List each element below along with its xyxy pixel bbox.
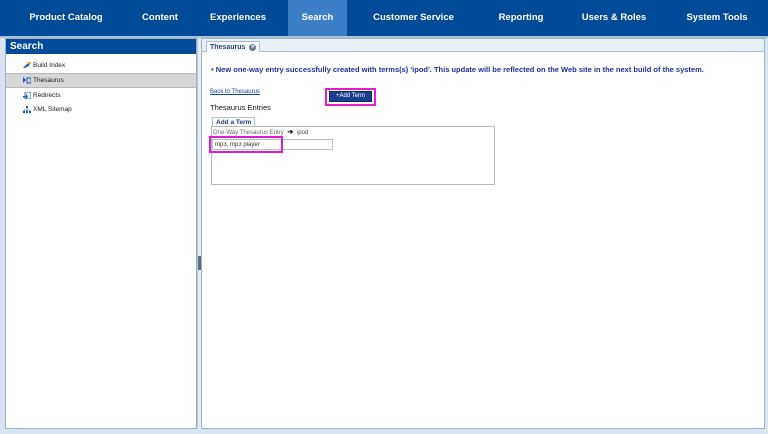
nav-content[interactable]: Content xyxy=(132,0,188,36)
sidebar: Search Build Index Thesaurus Redirects X… xyxy=(5,38,197,429)
nav-reporting[interactable]: Reporting xyxy=(480,0,562,36)
sidebar-title: Search xyxy=(6,39,196,54)
tab-thesaurus[interactable]: Thesaurus ✕ xyxy=(206,41,261,52)
sidebar-item-thesaurus[interactable]: Thesaurus xyxy=(6,73,196,88)
sidebar-item-label: XML Sitemap xyxy=(33,106,72,113)
arrow-right-icon: ➔ xyxy=(287,129,294,136)
entry-label-text: One-Way Thesaurus Entry xyxy=(213,130,284,136)
sidebar-item-redirects[interactable]: Redirects xyxy=(6,89,196,102)
sidebar-item-label: Build Index xyxy=(33,62,66,69)
nav-experiences[interactable]: Experiences xyxy=(188,0,288,36)
close-tab-icon[interactable]: ✕ xyxy=(249,44,257,51)
back-to-thesaurus-link[interactable]: Back to Thesaurus xyxy=(210,89,260,95)
sidebar-item-xml-sitemap[interactable]: XML Sitemap xyxy=(6,103,196,116)
sitemap-icon xyxy=(23,106,31,113)
top-navigation-bar: Product Catalog Content Experiences Sear… xyxy=(0,0,768,36)
entry-term: ipod xyxy=(296,130,309,136)
build-index-icon xyxy=(23,62,31,68)
nav-users-roles[interactable]: Users & Roles xyxy=(562,0,666,36)
main-content: Thesaurus ✕ • New one-way entry successf… xyxy=(201,38,765,429)
thesaurus-icon xyxy=(23,77,31,84)
add-term-button[interactable]: +Add Term xyxy=(329,91,372,102)
sidebar-item-build-index[interactable]: Build Index xyxy=(6,59,196,72)
redirects-icon xyxy=(23,92,31,99)
tab-strip: Thesaurus ✕ xyxy=(202,39,764,52)
add-term-panel: One-Way Thesaurus Entry ➔ ipod xyxy=(209,126,495,185)
nav-system-tools[interactable]: System Tools xyxy=(666,0,768,36)
bullet-icon: • xyxy=(211,65,214,74)
sidebar-item-label: Thesaurus xyxy=(33,77,64,84)
success-message-text: New one-way entry successfully created w… xyxy=(215,65,704,74)
nav-customer-service[interactable]: Customer Service xyxy=(347,0,480,36)
section-heading: Thesaurus Entries xyxy=(210,103,271,112)
entry-label: One-Way Thesaurus Entry ➔ ipod xyxy=(213,128,308,136)
nav-search[interactable]: Search xyxy=(288,0,347,36)
nav-product-catalog[interactable]: Product Catalog xyxy=(0,0,132,36)
term-input[interactable] xyxy=(212,139,333,150)
sidebar-item-label: Redirects xyxy=(33,92,61,99)
success-message: • New one-way entry successfully created… xyxy=(211,65,751,74)
tab-label: Thesaurus xyxy=(210,44,246,51)
